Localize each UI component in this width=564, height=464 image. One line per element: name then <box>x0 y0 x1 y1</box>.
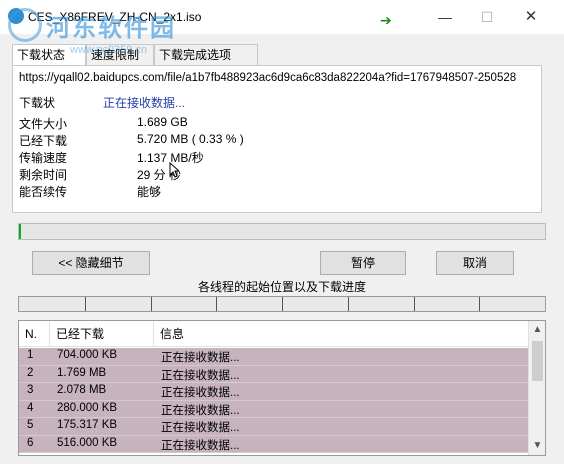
info-label: 文件大小 <box>19 117 68 131</box>
cell-number: 4 <box>27 401 34 414</box>
cell-info: 正在接收数据... <box>161 369 240 382</box>
table-row[interactable]: 2 1.769 MB 正在接收数据... <box>19 365 529 383</box>
scroll-down-icon[interactable]: ▼ <box>529 439 545 453</box>
threads-caption: 各线程的起始位置以及下载进度 <box>197 280 366 294</box>
thread-segment-divider <box>348 297 349 311</box>
window-title: CES_X86FREV_ZH-CN_2x1.iso <box>28 10 202 24</box>
close-button[interactable]: ✕ <box>514 6 548 28</box>
maximize-button[interactable]: ☐ <box>470 6 504 28</box>
cell-info: 正在接收数据... <box>161 422 240 434</box>
cell-number: 6 <box>27 436 34 449</box>
arrow-right-icon: ➔ <box>380 12 392 28</box>
list-header: N. 已经下载 信息 <box>19 321 529 347</box>
cell-info: 正在接收数据... <box>161 387 240 399</box>
title-bar: CES_X86FREV_ZH-CN_2x1.iso ➔ — ☐ ✕ <box>0 0 564 34</box>
cell-downloaded: 704.000 KB <box>57 349 118 361</box>
cell-info: 正在接收数据... <box>161 404 240 417</box>
cell-downloaded: 516.000 KB <box>57 436 118 449</box>
cell-number: 1 <box>27 349 34 361</box>
progress-fill <box>19 224 21 239</box>
overall-progress-bar <box>18 223 546 240</box>
download-url: https://yqall02.baidupcs.com/file/a1b7fb… <box>19 72 517 84</box>
thread-list[interactable]: N. 已经下载 信息 1 704.000 KB 正在接收数据... 2 1.76… <box>18 320 546 456</box>
list-rows: 1 704.000 KB 正在接收数据... 2 1.769 MB 正在接收数据… <box>19 348 529 453</box>
info-value: 能够 <box>137 185 162 199</box>
column-header-downloaded[interactable]: 已经下载 <box>49 321 153 347</box>
threads-progress-bar <box>18 296 546 312</box>
thread-segment-divider <box>479 297 480 311</box>
info-label: 已经下载 <box>19 134 68 148</box>
cell-info: 正在接收数据... <box>161 352 240 364</box>
thread-segment-divider <box>414 297 415 311</box>
thread-segment-divider <box>282 297 283 311</box>
cell-number: 3 <box>27 384 34 396</box>
thread-segment-divider <box>216 297 217 311</box>
app-icon <box>8 8 24 24</box>
scroll-up-icon[interactable]: ▲ <box>529 323 545 337</box>
table-row[interactable]: 1 704.000 KB 正在接收数据... <box>19 348 529 366</box>
vertical-scrollbar[interactable]: ▲ ▼ <box>528 321 545 455</box>
download-details-panel: https://yqall02.baidupcs.com/file/a1b7fb… <box>12 65 542 213</box>
cell-number: 5 <box>27 419 34 431</box>
thread-segment-divider <box>151 297 152 311</box>
table-row[interactable]: 4 280.000 KB 正在接收数据... <box>19 400 529 418</box>
minimize-button[interactable]: — <box>428 6 462 28</box>
column-header-info[interactable]: 信息 <box>153 321 353 347</box>
thread-segment-divider <box>85 297 86 311</box>
cell-number: 2 <box>27 366 34 379</box>
table-row[interactable]: 3 2.078 MB 正在接收数据... <box>19 383 529 401</box>
cell-downloaded: 2.078 MB <box>57 384 107 396</box>
watermark-url: www.pc0359.cn <box>70 44 148 56</box>
cancel-button[interactable]: 取消 <box>436 251 514 275</box>
pause-button[interactable]: 暂停 <box>320 251 406 275</box>
info-value: 1.689 GB <box>137 115 188 129</box>
info-label: 能否续传 <box>19 185 68 199</box>
mouse-cursor-icon <box>169 162 179 178</box>
info-label: 剩余时间 <box>19 168 68 182</box>
table-row[interactable]: 6 516.000 KB 正在接收数据... <box>19 435 529 453</box>
column-header-number[interactable]: N. <box>19 321 49 347</box>
tab-completion-options[interactable]: 下载完成选项 <box>154 44 258 66</box>
table-row[interactable]: 5 175.317 KB 正在接收数据... <box>19 418 529 436</box>
hide-details-button[interactable]: << 隐藏细节 <box>32 251 150 275</box>
cell-downloaded: 280.000 KB <box>57 401 118 414</box>
scroll-thumb[interactable] <box>532 341 543 381</box>
cell-downloaded: 1.769 MB <box>57 366 107 379</box>
status-label: 下载状 <box>19 96 56 110</box>
info-value: 5.720 MB ( 0.33 % ) <box>137 132 244 146</box>
status-value: 正在接收数据... <box>103 96 186 110</box>
cell-downloaded: 175.317 KB <box>57 419 118 431</box>
info-label: 传输速度 <box>19 151 68 165</box>
cell-info: 正在接收数据... <box>161 439 240 452</box>
